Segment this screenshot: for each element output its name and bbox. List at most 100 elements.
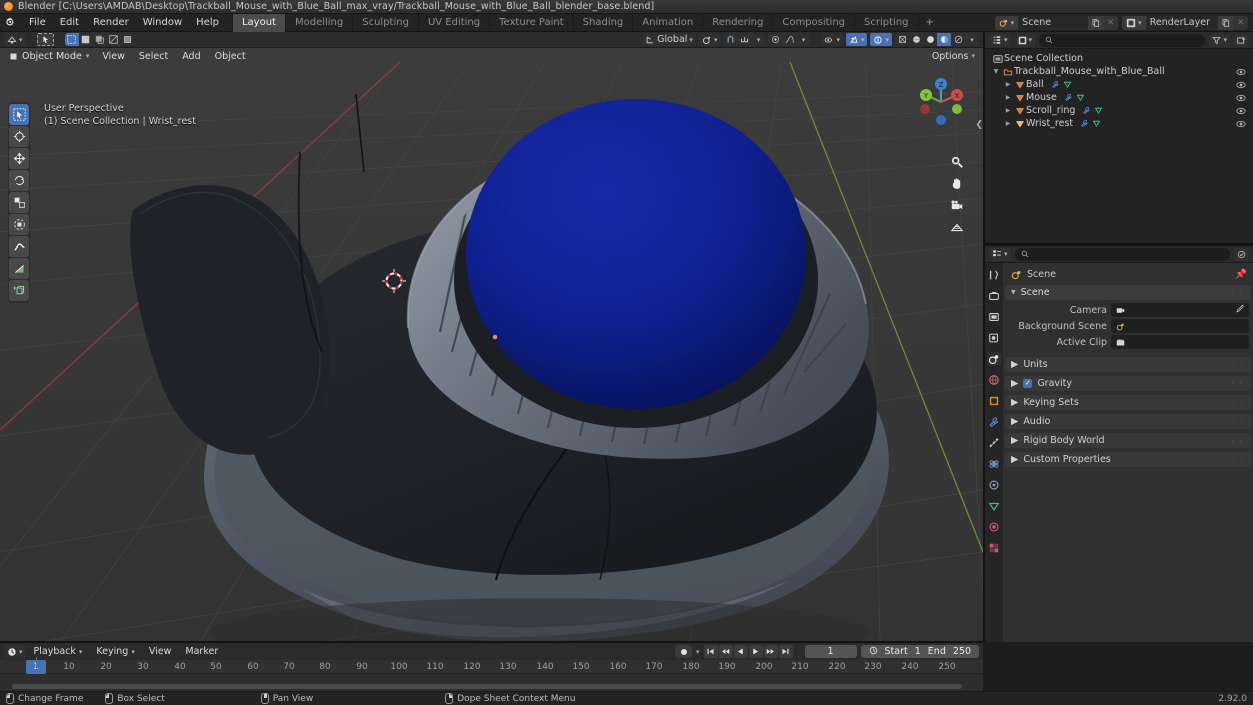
jump-to-end-button[interactable] <box>778 645 793 658</box>
rendered-shading-icon[interactable] <box>937 33 951 46</box>
outliner-editor[interactable]: ▾ ▾ ▾ Scene Collection ▼ Trackball_Mouse… <box>985 32 1253 245</box>
falloff-curve-icon[interactable] <box>782 33 796 46</box>
new-scene-button[interactable] <box>1088 15 1104 30</box>
panel-disclosure-triangle[interactable]: ▶ <box>1011 416 1018 427</box>
gravity-checkbox[interactable]: ✓ <box>1023 379 1033 388</box>
add-cube-tool[interactable] <box>9 280 29 301</box>
editor-separator-timeline[interactable] <box>0 641 983 643</box>
visibility-eye-icon[interactable] <box>1236 67 1246 77</box>
viewport-menu-object[interactable]: Object <box>209 51 252 62</box>
panel-disclosure-triangle[interactable]: ▶ <box>1011 454 1018 465</box>
visibility-eye-icon[interactable] <box>1236 106 1246 116</box>
select-invert-icon[interactable] <box>107 33 121 46</box>
measure-tool[interactable] <box>9 258 29 279</box>
visibility-eye-icon[interactable] <box>1236 93 1246 103</box>
material-preview-icon[interactable] <box>923 33 937 46</box>
keying-sets-panel[interactable]: ▶ Keying Sets ⋮⋮ <box>1005 395 1251 410</box>
tab-sculpting[interactable]: Sculpting <box>352 13 418 32</box>
timeline-editor-type-icon[interactable]: ▾ <box>4 645 26 658</box>
solid-shading-icon[interactable] <box>909 33 923 46</box>
outliner-row-mouse[interactable]: ▶ Mouse <box>985 91 1253 104</box>
frame-range-fields[interactable]: Start 1 End 250 <box>860 645 979 658</box>
mode-selector[interactable]: Object Mode ▾ <box>4 49 95 63</box>
wireframe-shading-icon[interactable] <box>895 33 909 46</box>
timeline-editor[interactable]: ▾ Playback ▾ Keying ▾ View Marker ▾ 1 St… <box>0 643 983 691</box>
units-panel[interactable]: ▶ Units ⋮⋮ <box>1005 357 1251 372</box>
object-disclosure-triangle[interactable]: ▶ <box>1003 120 1013 127</box>
add-workspace-button[interactable]: + <box>917 13 941 32</box>
tab-uv-editing[interactable]: UV Editing <box>417 13 489 32</box>
collection-disclosure-triangle[interactable]: ▼ <box>991 68 1001 75</box>
texture-tab[interactable] <box>987 541 1001 555</box>
visibility-eye-icon[interactable] <box>1236 80 1246 90</box>
current-frame-field[interactable]: 1 <box>804 645 857 658</box>
navigation-gizmo[interactable]: Z X Y <box>913 74 969 130</box>
snap-target-icon[interactable] <box>737 33 751 46</box>
remove-viewlayer-button[interactable]: ✕ <box>1233 15 1248 30</box>
properties-editor[interactable]: ▾ Scene 📌 ▼ Scene ⋮⋮ Camera Background S… <box>985 246 1253 642</box>
start-frame-value[interactable]: 1 <box>915 646 921 657</box>
magnet-icon[interactable] <box>723 33 737 46</box>
timeline-menu-keying[interactable]: Keying ▾ <box>90 646 140 657</box>
tab-rendering[interactable]: Rendering <box>702 13 772 32</box>
proportional-edit-group[interactable]: ▾ <box>768 33 811 46</box>
rotate-tool[interactable] <box>9 170 29 191</box>
scene-selector[interactable]: ▾ Scene ✕ <box>994 15 1119 30</box>
xray-toggle-button[interactable]: ▾ <box>870 33 892 46</box>
active-tool-button[interactable] <box>36 33 54 46</box>
auto-keying-button[interactable] <box>675 645 693 658</box>
outliner-row-collection[interactable]: ▼ Trackball_Mouse_with_Blue_Ball <box>985 65 1253 78</box>
move-tool[interactable] <box>9 148 29 169</box>
cursor-tool[interactable] <box>9 126 29 147</box>
play-button[interactable] <box>748 645 763 658</box>
pan-hand-icon[interactable] <box>949 176 965 192</box>
audio-panel[interactable]: ▶ Audio ⋮⋮ <box>1005 414 1251 429</box>
data-tab[interactable] <box>987 499 1001 513</box>
shading-mode-group[interactable]: ▾ <box>895 33 979 46</box>
select-set-icon[interactable] <box>64 33 79 46</box>
timeline-menu-marker[interactable]: Marker <box>179 646 224 657</box>
visibility-eye-icon[interactable] <box>1236 119 1246 129</box>
menu-window[interactable]: Window <box>136 15 189 31</box>
outliner-new-collection-button[interactable] <box>1234 33 1249 47</box>
use-preview-range-icon[interactable] <box>869 646 878 658</box>
properties-editor-type-icon[interactable]: ▾ <box>989 247 1011 261</box>
particles-tab[interactable] <box>987 436 1001 450</box>
properties-search-input[interactable] <box>1014 247 1230 261</box>
tab-shading[interactable]: Shading <box>572 13 633 32</box>
transform-orientation-selector[interactable]: Global ▾ <box>642 33 696 46</box>
remove-scene-button[interactable]: ✕ <box>1103 15 1119 30</box>
select-intersect-icon[interactable] <box>121 33 135 46</box>
outliner-search-input[interactable] <box>1039 33 1206 47</box>
panel-disclosure-triangle[interactable]: ▶ <box>1011 435 1018 446</box>
tab-compositing[interactable]: Compositing <box>772 13 854 32</box>
object-tab[interactable] <box>987 394 1001 408</box>
view-layer-tab[interactable] <box>987 331 1001 345</box>
tab-animation[interactable]: Animation <box>632 13 702 32</box>
tweak-select-box-tool[interactable] <box>9 104 29 125</box>
snap-pivot-button[interactable]: ▾ <box>698 33 721 46</box>
viewport-menu-view[interactable]: View <box>96 51 131 62</box>
show-gizmo-button[interactable]: ▾ <box>821 33 843 46</box>
outliner-row-scene-collection[interactable]: Scene Collection <box>985 52 1253 65</box>
active-clip-field[interactable] <box>1111 335 1249 349</box>
tab-modelling[interactable]: Modelling <box>284 13 352 32</box>
outliner-filter-button[interactable]: ▾ <box>1209 33 1230 47</box>
jump-to-start-button[interactable] <box>703 645 718 658</box>
material-tab[interactable] <box>987 520 1001 534</box>
shading-extra-icon[interactable] <box>951 33 965 46</box>
modifier-tab[interactable] <box>987 415 1001 429</box>
timeline-horizontal-scrollbar[interactable] <box>12 684 962 689</box>
transform-tool[interactable] <box>9 214 29 235</box>
next-keyframe-button[interactable] <box>763 645 778 658</box>
ortho-perspective-icon[interactable] <box>949 220 965 236</box>
editor-separator-vertical[interactable] <box>983 32 985 642</box>
shading-dropdown-icon[interactable]: ▾ <box>965 33 979 46</box>
object-disclosure-triangle[interactable]: ▶ <box>1003 94 1013 101</box>
play-reverse-button[interactable] <box>733 645 748 658</box>
viewport-options-button[interactable]: Options ▾ <box>932 51 979 62</box>
auto-keying-dropdown-icon[interactable]: ▾ <box>696 648 700 656</box>
timeline-ruler[interactable]: 1 10 20 30 40 50 60 70 80 90 100 110 120… <box>0 660 983 674</box>
outliner-row-scroll-ring[interactable]: ▶ Scroll_ring <box>985 104 1253 117</box>
select-extend-icon[interactable] <box>79 33 93 46</box>
